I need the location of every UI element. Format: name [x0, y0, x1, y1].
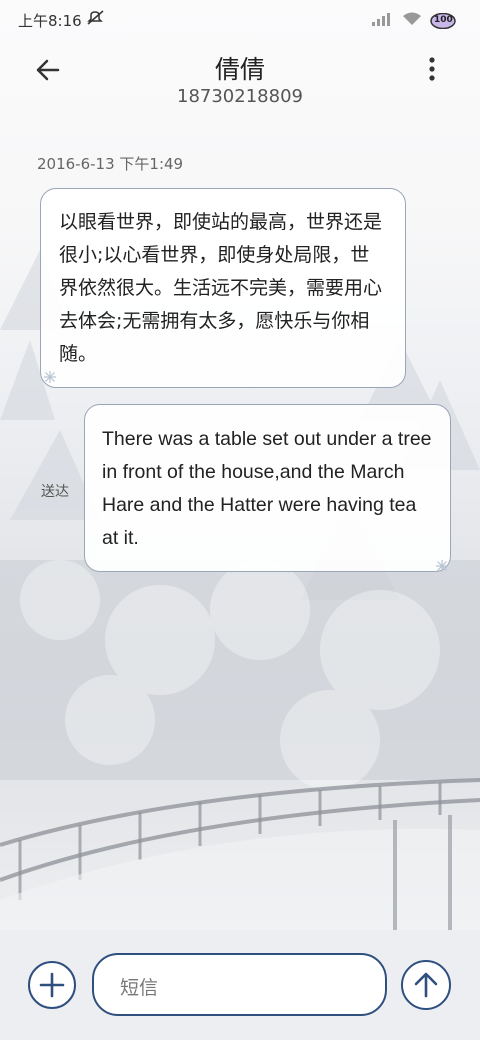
snowflake-icon	[436, 560, 448, 572]
more-vert-icon	[429, 57, 435, 81]
arrow-up-icon	[414, 972, 438, 998]
add-attachment-button[interactable]	[28, 961, 76, 1009]
incoming-message-bubble[interactable]: 以眼看世界，即使站的最高，世界还是很小;以心看世界，即使身处局限，世界依然很大。…	[40, 188, 406, 388]
message-input[interactable]: 短信	[92, 953, 387, 1016]
wifi-icon	[402, 11, 422, 30]
message-timestamp: 2016-6-13 下午1:49	[37, 155, 184, 173]
battery-level: 100	[434, 14, 453, 25]
incoming-message-text: 以眼看世界，即使站的最高，世界还是很小;以心看世界，即使身处局限，世界依然很大。…	[59, 211, 383, 365]
plus-icon	[39, 972, 65, 998]
message-input-placeholder: 短信	[120, 977, 159, 999]
outgoing-message-bubble[interactable]: There was a table set out under a tree i…	[84, 404, 451, 572]
mute-icon	[86, 10, 106, 30]
snowflake-icon	[44, 371, 56, 383]
send-button[interactable]	[401, 960, 451, 1010]
contact-phone: 18730218809	[177, 86, 303, 107]
more-options-button[interactable]	[420, 54, 444, 86]
signal-icon	[372, 11, 394, 30]
status-time: 上午8:16	[18, 12, 82, 30]
status-bar: 上午8:16 100	[0, 0, 480, 40]
battery-icon: 100	[430, 12, 456, 29]
outgoing-message-text: There was a table set out under a tree i…	[102, 428, 432, 549]
contact-name: 倩倩	[214, 55, 265, 84]
delivery-status: 送达	[41, 484, 69, 500]
